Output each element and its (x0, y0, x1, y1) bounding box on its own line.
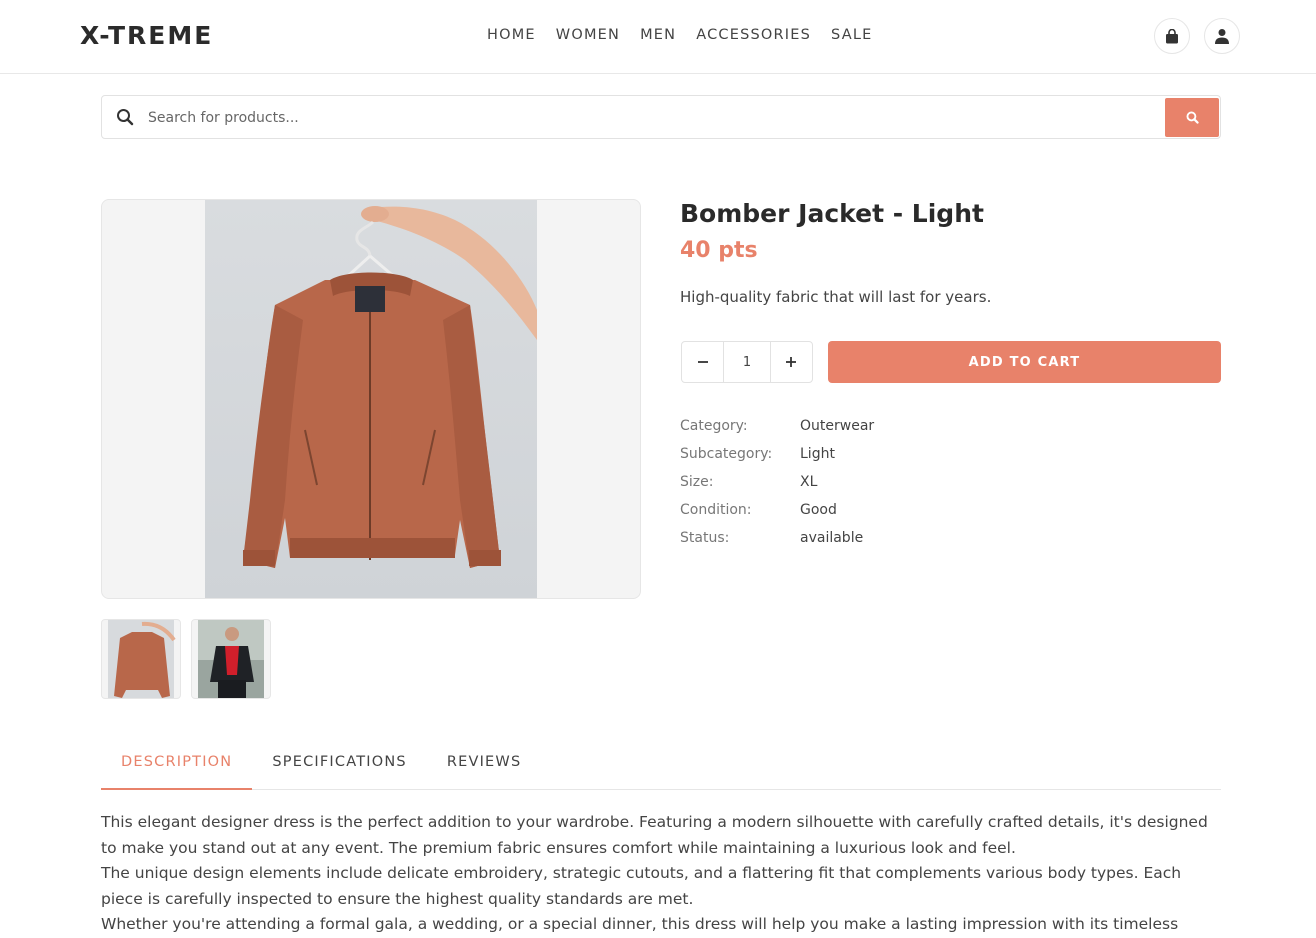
spec-row-subcategory: Subcategory: Light (680, 440, 874, 468)
account-button[interactable] (1204, 18, 1240, 54)
product-price: 40 pts (680, 238, 758, 263)
description-paragraph: This elegant designer dress is the perfe… (101, 813, 1208, 857)
spec-value: XL (800, 474, 818, 490)
site-logo[interactable]: X-TREME (80, 21, 213, 50)
spec-value: available (800, 530, 864, 546)
spec-row-category: Category: Outerwear (680, 412, 874, 440)
product-tabs: DESCRIPTION SPECIFICATIONS REVIEWS (101, 740, 1221, 790)
quantity-stepper: 1 (681, 341, 813, 383)
product-main-image[interactable] (101, 199, 641, 599)
product-photo (205, 200, 537, 598)
minus-icon (697, 361, 708, 363)
plus-icon (786, 357, 797, 367)
search-input[interactable] (148, 107, 1148, 129)
nav-sale[interactable]: SALE (831, 27, 872, 43)
spec-value: Good (800, 502, 837, 518)
product-specs: Category: Outerwear Subcategory: Light S… (680, 412, 874, 552)
nav-women[interactable]: WOMEN (556, 27, 620, 43)
spec-row-size: Size: XL (680, 468, 874, 496)
tab-specifications[interactable]: SPECIFICATIONS (252, 740, 426, 789)
tab-description[interactable]: DESCRIPTION (101, 740, 253, 790)
search-icon (117, 109, 134, 126)
decrease-quantity-button[interactable] (682, 342, 723, 382)
spec-row-status: Status: available (680, 524, 874, 552)
description-paragraph: The unique design elements include delic… (101, 864, 1182, 908)
thumbnail-model (198, 620, 264, 698)
description-paragraph: Whether you're attending a formal gala, … (101, 915, 1179, 933)
product-thumbnail[interactable] (101, 619, 181, 699)
main-nav: HOME WOMEN MEN ACCESSORIES SALE (487, 27, 872, 43)
tab-reviews[interactable]: REVIEWS (427, 740, 542, 789)
search-icon (1186, 111, 1199, 124)
product-short-description: High-quality fabric that will last for y… (680, 288, 992, 306)
search-button[interactable] (1165, 98, 1219, 137)
jacket-illustration (243, 206, 537, 568)
product-description: This elegant designer dress is the perfe… (101, 810, 1221, 938)
spec-label: Category: (680, 418, 748, 434)
spec-value: Outerwear (800, 418, 875, 434)
nav-accessories[interactable]: ACCESSORIES (696, 27, 811, 43)
spec-row-condition: Condition: Good (680, 496, 874, 524)
nav-home[interactable]: HOME (487, 27, 536, 43)
user-icon (1215, 29, 1229, 44)
quantity-input[interactable]: 1 (723, 342, 771, 382)
product-thumbnail[interactable] (191, 619, 271, 699)
spec-label: Condition: (680, 502, 752, 518)
spec-label: Status: (680, 530, 730, 546)
shopping-bag-icon (1166, 28, 1178, 43)
spec-value: Light (800, 446, 835, 462)
increase-quantity-button[interactable] (771, 342, 812, 382)
nav-men[interactable]: MEN (640, 27, 676, 43)
search-bar (101, 95, 1221, 139)
spec-label: Size: (680, 474, 714, 490)
add-to-cart-button[interactable]: ADD TO CART (828, 341, 1221, 383)
cart-button[interactable] (1154, 18, 1190, 54)
site-header: X-TREME HOME WOMEN MEN ACCESSORIES SALE (0, 0, 1316, 74)
spec-label: Subcategory: (680, 446, 773, 462)
thumbnail-jacket (108, 620, 176, 698)
product-title: Bomber Jacket - Light (680, 199, 984, 228)
